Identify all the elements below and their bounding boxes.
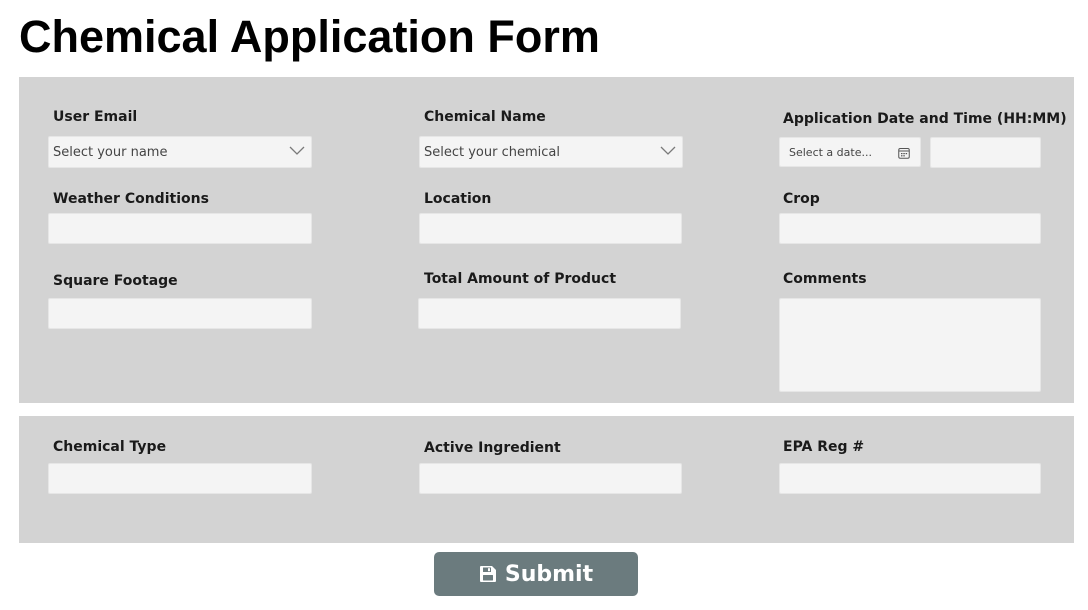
comments-label: Comments xyxy=(783,271,867,287)
chemical-name-dropdown[interactable]: Select your chemical xyxy=(419,136,683,168)
location-label: Location xyxy=(424,191,492,207)
application-datetime-label: Application Date and Time (HH:MM) xyxy=(783,111,1067,127)
application-date-picker[interactable]: Select a date... xyxy=(779,137,921,167)
total-amount-input[interactable] xyxy=(418,298,681,329)
total-amount-label: Total Amount of Product xyxy=(424,271,617,287)
submit-button[interactable]: Submit xyxy=(434,552,638,596)
active-ingredient-input[interactable] xyxy=(419,463,682,494)
application-time-input[interactable] xyxy=(930,137,1041,168)
comments-textarea[interactable] xyxy=(779,298,1041,392)
save-icon xyxy=(479,566,496,582)
calendar-icon xyxy=(898,148,910,159)
chemical-type-input[interactable] xyxy=(48,463,312,494)
submit-button-label: Submit xyxy=(504,561,594,587)
location-input[interactable] xyxy=(419,213,682,244)
weather-conditions-input[interactable] xyxy=(48,213,312,244)
user-email-placeholder: Select your name xyxy=(53,144,168,160)
square-footage-label: Square Footage xyxy=(53,273,178,289)
chemical-name-placeholder: Select your chemical xyxy=(424,144,560,160)
chemical-name-label: Chemical Name xyxy=(424,109,546,125)
weather-conditions-label: Weather Conditions xyxy=(53,191,209,207)
crop-label: Crop xyxy=(783,191,820,207)
page-title: Chemical Application Form xyxy=(19,11,600,62)
user-email-dropdown[interactable]: Select your name xyxy=(48,136,312,168)
application-date-placeholder: Select a date... xyxy=(789,145,872,159)
chevron-down-icon xyxy=(289,146,305,155)
chevron-down-icon xyxy=(660,146,676,155)
square-footage-input[interactable] xyxy=(48,298,312,329)
epa-reg-label: EPA Reg # xyxy=(783,439,865,455)
chemical-type-label: Chemical Type xyxy=(53,439,167,455)
active-ingredient-label: Active Ingredient xyxy=(424,440,561,456)
epa-reg-input[interactable] xyxy=(779,463,1041,494)
crop-input[interactable] xyxy=(779,213,1041,244)
user-email-label: User Email xyxy=(53,109,138,125)
